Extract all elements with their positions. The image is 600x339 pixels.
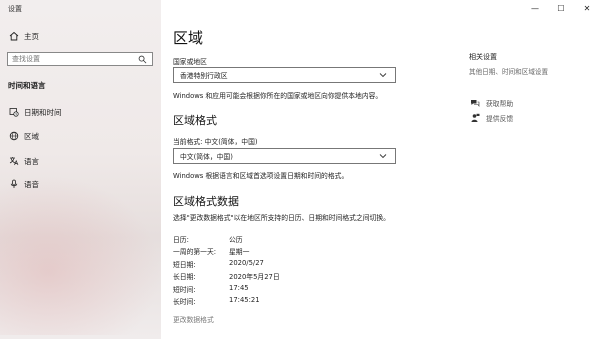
sidebar-item-label: 语言 bbox=[24, 156, 39, 166]
home-nav-item[interactable]: 主页 bbox=[8, 30, 39, 42]
sidebar-item-region[interactable]: 区域 bbox=[8, 130, 39, 142]
feedback-person-icon bbox=[469, 112, 481, 124]
format-dropdown[interactable]: 中文(简体，中国) bbox=[173, 148, 396, 164]
search-box[interactable] bbox=[7, 52, 153, 66]
globe-icon bbox=[8, 130, 20, 142]
short-time-key: 短时间: bbox=[173, 286, 196, 294]
sidebar-item-language[interactable]: 语言 bbox=[8, 155, 39, 167]
data-heading: 区域格式数据 bbox=[173, 195, 239, 208]
search-input[interactable] bbox=[12, 55, 132, 63]
calendar-key: 日历: bbox=[173, 236, 189, 244]
microphone-icon bbox=[8, 178, 20, 190]
maximize-button[interactable]: ☐ bbox=[548, 0, 574, 16]
long-date-key: 长日期: bbox=[173, 273, 196, 281]
country-dropdown-value: 香港特别行政区 bbox=[180, 72, 228, 80]
additional-settings-link[interactable]: 其他日期、时间和区域设置 bbox=[469, 66, 548, 76]
long-date-value: 2020年5月27日 bbox=[229, 273, 280, 281]
calendar-clock-icon bbox=[8, 106, 20, 118]
sidebar: 设置 主页 时间和语言 日期和时间 区域 bbox=[0, 0, 161, 339]
search-icon[interactable] bbox=[136, 53, 148, 65]
main-content: — ☐ ✕ 区域 国家或地区 香港特别行政区 Windows 和应用可能会根据你… bbox=[161, 0, 600, 339]
format-heading: 区域格式 bbox=[173, 114, 217, 127]
page-title: 区域 bbox=[173, 29, 204, 47]
chevron-down-icon bbox=[377, 150, 389, 162]
calendar-value: 公历 bbox=[229, 236, 243, 244]
minimize-button[interactable]: — bbox=[522, 0, 548, 16]
country-label: 国家或地区 bbox=[173, 58, 207, 66]
settings-window: 设置 主页 时间和语言 日期和时间 区域 bbox=[0, 0, 600, 339]
home-icon bbox=[8, 30, 20, 42]
window-controls: — ☐ ✕ bbox=[522, 0, 600, 16]
short-date-value: 2020/5/27 bbox=[229, 259, 264, 267]
format-description: Windows 根据语言和区域首选项设置日期和时间的格式。 bbox=[173, 172, 349, 180]
sidebar-item-label: 语音 bbox=[24, 179, 39, 189]
first-day-key: 一周的第一天: bbox=[173, 248, 217, 256]
home-label: 主页 bbox=[24, 31, 39, 41]
short-time-value: 17:45 bbox=[229, 284, 249, 292]
data-description: 选择"更改数据格式"以在地区所支持的日历、日期和时间格式之间切换。 bbox=[173, 214, 390, 222]
short-date-key: 短日期: bbox=[173, 261, 196, 269]
format-dropdown-value: 中文(简体，中国) bbox=[180, 153, 233, 161]
related-settings-title: 相关设置 bbox=[469, 53, 497, 61]
long-time-key: 长时间: bbox=[173, 298, 196, 306]
sidebar-item-speech[interactable]: 语音 bbox=[8, 178, 39, 190]
sidebar-background-blur bbox=[0, 175, 161, 335]
sidebar-item-date-time[interactable]: 日期和时间 bbox=[8, 106, 62, 118]
feedback-link[interactable]: 提供反馈 bbox=[469, 112, 513, 124]
chevron-down-icon bbox=[377, 69, 389, 81]
country-dropdown[interactable]: 香港特别行政区 bbox=[173, 67, 396, 83]
country-description: Windows 和应用可能会根据你所在的国家或地区向你提供本地内容。 bbox=[173, 92, 383, 100]
close-button[interactable]: ✕ bbox=[574, 0, 600, 16]
get-help-link[interactable]: 获取帮助 bbox=[469, 97, 513, 109]
change-format-link[interactable]: 更改数据格式 bbox=[173, 314, 214, 324]
first-day-value: 星期一 bbox=[229, 248, 250, 256]
window-title: 设置 bbox=[8, 5, 22, 13]
sidebar-item-label: 日期和时间 bbox=[24, 107, 62, 117]
sidebar-item-label: 区域 bbox=[24, 131, 39, 141]
chat-help-icon bbox=[469, 97, 481, 109]
get-help-label: 获取帮助 bbox=[486, 100, 514, 108]
long-time-value: 17:45:21 bbox=[229, 296, 260, 304]
current-format-label: 当前格式: 中文(简体，中国) bbox=[173, 138, 258, 146]
feedback-label: 提供反馈 bbox=[486, 115, 514, 123]
section-title: 时间和语言 bbox=[8, 81, 46, 90]
language-icon bbox=[8, 155, 20, 167]
